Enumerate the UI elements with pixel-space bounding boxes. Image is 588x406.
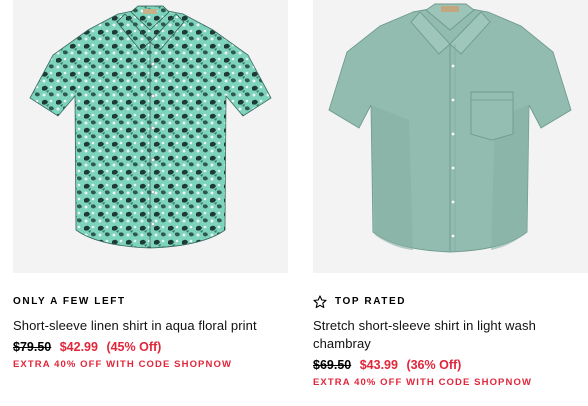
promo-text: EXTRA 40% OFF WITH CODE SHOPNOW <box>13 359 233 370</box>
discount-percent: (36% Off) <box>406 358 462 372</box>
price-row: $69.50 $43.99 (36% Off) <box>313 357 588 373</box>
price-row: $79.50 $42.99 (45% Off) <box>13 339 288 355</box>
star-outline-icon <box>313 295 327 309</box>
promo-text: EXTRA 40% OFF WITH CODE SHOPNOW <box>313 377 533 388</box>
product-image[interactable] <box>13 0 288 273</box>
product-card[interactable]: TOP RATED Stretch short-sleeve shirt in … <box>313 0 588 389</box>
original-price: $69.50 <box>313 358 352 372</box>
original-price: $79.50 <box>13 340 52 354</box>
rating-badge: TOP RATED <box>313 295 588 309</box>
product-name-link[interactable]: Stretch short-sleeve shirt in light wash… <box>313 317 588 353</box>
chambray-shirt-illustration <box>328 3 572 253</box>
badge-label: TOP RATED <box>335 296 407 307</box>
sale-price: $43.99 <box>359 358 398 372</box>
sale-price: $42.99 <box>59 340 98 354</box>
product-image[interactable] <box>313 0 588 273</box>
discount-percent: (45% Off) <box>106 340 162 354</box>
product-card[interactable]: ONLY A FEW LEFT Short-sleeve linen shirt… <box>13 0 288 371</box>
product-name-link[interactable]: Short-sleeve linen shirt in aqua floral … <box>13 317 288 335</box>
floral-shirt-illustration <box>29 5 272 249</box>
stock-badge: ONLY A FEW LEFT <box>13 295 288 309</box>
badge-label: ONLY A FEW LEFT <box>13 296 126 307</box>
